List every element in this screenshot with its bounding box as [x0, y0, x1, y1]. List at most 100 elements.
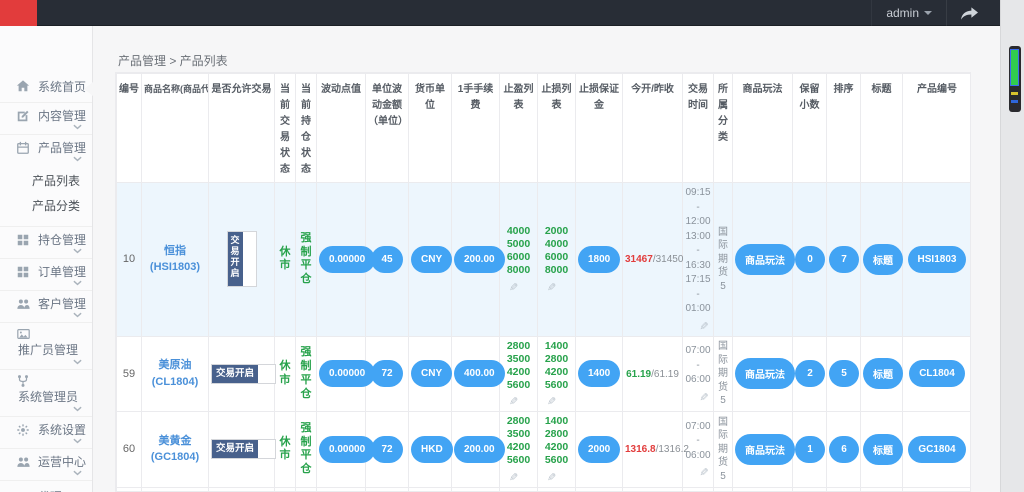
- chevron-down-icon: [73, 124, 82, 130]
- unit-amount-pill[interactable]: 45: [371, 245, 403, 273]
- column-header: 编号: [116, 73, 142, 183]
- sidebar: 系统首页 内容管理 产品管理 产品列表 产品分类 持仓管理 订单管理 客户管理 …: [0, 26, 93, 492]
- unit-amount-pill[interactable]: 72: [371, 360, 403, 388]
- currency-pill[interactable]: CNY: [411, 245, 453, 273]
- sidebar-item-11[interactable]: 代理: [0, 480, 92, 492]
- cell-open-close: 61.19/61.19: [622, 335, 683, 412]
- trade-toggle[interactable]: 交易开启: [211, 363, 277, 384]
- title-pill[interactable]: 标题: [863, 358, 903, 390]
- currency-pill[interactable]: HKD: [411, 435, 453, 463]
- play-pill[interactable]: 商品玩法: [735, 243, 795, 275]
- edit-pencil-icon[interactable]: ✎: [502, 471, 535, 484]
- sidebar-item-label: 推广员管理: [18, 343, 79, 357]
- product-code-pill[interactable]: CL1804: [909, 360, 965, 388]
- product-link[interactable]: 美黄金 (GC1804): [151, 433, 199, 466]
- edit-pencil-icon[interactable]: ✎: [540, 281, 573, 294]
- grid-icon: [16, 265, 36, 279]
- play-pill[interactable]: 商品玩法: [735, 358, 795, 390]
- cell-open-close: 16.385/16.395: [622, 486, 683, 491]
- cell-point-value: 0.00000: [316, 335, 376, 412]
- stop-margin-pill[interactable]: 1800: [578, 245, 621, 273]
- product-code-pill[interactable]: HSI1803: [907, 245, 967, 273]
- column-header: 当前交易状态: [274, 73, 296, 183]
- sidebar-item-label: 客户管理: [38, 297, 87, 311]
- sidebar-item-4[interactable]: 持仓管理: [0, 226, 92, 258]
- cell-sort: 6: [826, 411, 861, 488]
- stop-margin-pill[interactable]: 1400: [578, 360, 621, 388]
- calendar-icon: [16, 141, 36, 155]
- chevron-down-icon: [73, 156, 82, 162]
- sidebar-subitem[interactable]: 产品列表: [0, 168, 92, 193]
- play-pill[interactable]: 商品玩法: [735, 433, 795, 465]
- title-pill[interactable]: 标题: [863, 243, 903, 275]
- admin-menu[interactable]: admin: [871, 0, 946, 26]
- logout-arrow-button[interactable]: [946, 0, 992, 26]
- fee-pill[interactable]: 400.00: [454, 360, 505, 388]
- cell-position-status: 正常持仓: [295, 486, 317, 491]
- sidebar-item-3[interactable]: 产品管理: [0, 134, 92, 166]
- cell-decimals: 2: [792, 335, 827, 412]
- point-value-pill[interactable]: 0.00000: [319, 245, 376, 273]
- active-item-notch: [84, 82, 93, 96]
- trade-toggle[interactable]: 交易开启: [226, 231, 257, 288]
- column-header: 排序: [826, 73, 861, 183]
- sort-pill[interactable]: 5: [829, 360, 859, 388]
- cell-trade-status: 正常: [274, 486, 296, 491]
- product-link[interactable]: 恒指 (HSI1803): [150, 243, 200, 276]
- fee-pill[interactable]: 200.00: [454, 245, 505, 273]
- sidebar-item-label: 系统首页: [38, 79, 87, 94]
- unit-amount-pill[interactable]: 72: [371, 435, 403, 463]
- product-code-pill[interactable]: GC1804: [908, 435, 966, 463]
- users-icon: [16, 455, 36, 469]
- sidebar-item-7[interactable]: 推广员管理: [0, 322, 92, 369]
- cell-title: 标题: [860, 486, 903, 491]
- cell-decimals: 1: [792, 411, 827, 488]
- column-header: 止损保证金: [575, 73, 623, 183]
- decimals-pill[interactable]: 1: [795, 435, 825, 463]
- product-link[interactable]: 美原油 (CL1804): [152, 357, 198, 390]
- edit-pencil-icon[interactable]: ✎: [685, 466, 711, 479]
- edit-pencil-icon[interactable]: ✎: [540, 395, 573, 408]
- cell-product-code: HSI1803: [902, 182, 970, 337]
- decimals-pill[interactable]: 2: [795, 360, 825, 388]
- cell-trade-allowed: 交易开启: [208, 182, 275, 337]
- fee-pill[interactable]: 200.00: [454, 435, 505, 463]
- sidebar-item-label: 产品管理: [38, 141, 87, 155]
- cell-category: 国际期货5: [713, 411, 733, 488]
- sort-pill[interactable]: 6: [829, 435, 859, 463]
- cell-stop-loss: 2000 4000 6000 8000 ✎: [537, 182, 576, 337]
- sidebar-item-9[interactable]: 系统设置: [0, 416, 92, 448]
- table-row: 62 美白银(SI1805) 交易开启 正常 正常持仓 0.00000 175 …: [116, 486, 970, 491]
- sidebar-item-10[interactable]: 运营中心: [0, 448, 92, 480]
- cell-title: 标题: [860, 182, 903, 337]
- edit-pencil-icon[interactable]: ✎: [502, 281, 535, 294]
- decimals-pill[interactable]: 0: [795, 245, 825, 273]
- sidebar-item-6[interactable]: 客户管理: [0, 290, 92, 322]
- sidebar-item-5[interactable]: 订单管理: [0, 258, 92, 290]
- sidebar-item-1[interactable]: 系统首页: [0, 70, 92, 102]
- title-pill[interactable]: 标题: [863, 433, 903, 465]
- table-row: 59 美原油 (CL1804) 交易开启 休市 强制平仓 0.00000 72 C…: [116, 335, 970, 412]
- edit-pencil-icon[interactable]: ✎: [540, 471, 573, 484]
- point-value-pill[interactable]: 0.00000: [319, 435, 376, 463]
- sort-pill[interactable]: 7: [829, 245, 859, 273]
- cell-currency: CNY: [408, 182, 453, 337]
- cell-trade-status: 休市: [274, 182, 296, 337]
- sidebar-subitem[interactable]: 产品分类: [0, 193, 92, 218]
- currency-pill[interactable]: CNY: [411, 360, 453, 388]
- point-value-pill[interactable]: 0.00000: [319, 360, 376, 388]
- breadcrumb: 产品管理 > 产品列表: [118, 54, 228, 68]
- sidebar-item-2[interactable]: 内容管理: [0, 102, 92, 134]
- sidebar-item-label: 运营中心: [38, 455, 87, 469]
- sidebar-item-8[interactable]: 系统管理员: [0, 369, 92, 416]
- cell-unit-amount: 72: [365, 335, 409, 412]
- cell-fee: 268.00: [451, 486, 500, 491]
- edit-pencil-icon[interactable]: ✎: [502, 395, 535, 408]
- stop-margin-pill[interactable]: 2000: [578, 435, 621, 463]
- table-row: 60 美黄金 (GC1804) 交易开启 休市 强制平仓 0.00000 72 H…: [116, 411, 970, 488]
- cell-category: 国际期货5: [713, 335, 733, 412]
- chevron-down-icon: [73, 280, 82, 286]
- edit-pencil-icon[interactable]: ✎: [685, 391, 711, 404]
- trade-toggle[interactable]: 交易开启: [211, 439, 277, 460]
- edit-pencil-icon[interactable]: ✎: [685, 320, 711, 333]
